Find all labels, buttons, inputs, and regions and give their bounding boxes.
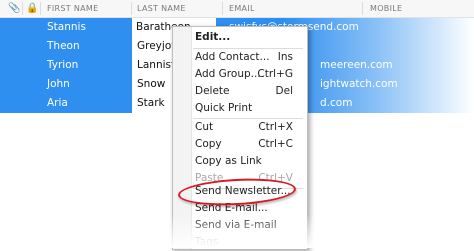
menu-item-add-group[interactable]: Add Group... Ctrl+G xyxy=(173,66,307,83)
cell-email: ightwatch.com xyxy=(320,78,398,90)
menu-item-quick-print[interactable]: Quick Print xyxy=(173,100,307,117)
menu-item-cut[interactable]: Cut Ctrl+X xyxy=(173,119,307,136)
column-header-first-name[interactable]: FIRST NAME xyxy=(47,0,98,17)
cell-email: meereen.com xyxy=(320,59,393,71)
cell-first-name: John xyxy=(47,78,70,90)
menu-item-label: Copy as Link xyxy=(195,155,262,167)
menu-item-shortcut: Ctrl+G xyxy=(257,68,293,80)
column-divider xyxy=(362,2,363,15)
menu-item-label: Add Contact... xyxy=(195,51,270,63)
menu-item-label: Quick Print xyxy=(195,102,253,114)
menu-item-shortcut: Ins xyxy=(277,51,293,63)
menu-item-label: Add Group... xyxy=(195,68,261,80)
menu-item-delete[interactable]: Delete Del xyxy=(173,83,307,100)
cell-email: d.com xyxy=(320,97,353,109)
column-divider xyxy=(222,2,223,15)
menu-item-label: Send via E-mail xyxy=(195,219,277,231)
cell-last-name: Stark xyxy=(137,97,165,109)
column-divider xyxy=(131,2,132,15)
menu-item-shortcut: Del xyxy=(275,85,293,97)
menu-item-label: Delete xyxy=(195,85,230,97)
menu-item-send-via-email[interactable]: Send via E-mail xyxy=(173,217,307,234)
column-divider xyxy=(22,2,23,15)
column-header-email[interactable]: EMAIL xyxy=(229,0,255,17)
lock-icon[interactable]: 🔒 xyxy=(26,0,38,17)
cell-last-name: Snow xyxy=(137,78,166,90)
column-header-mobile[interactable]: MOBILE xyxy=(370,0,402,17)
menu-item-label: Edit... xyxy=(195,31,231,43)
menu-item-label: Tags xyxy=(195,236,219,248)
menu-item-copy[interactable]: Copy Ctrl+C xyxy=(173,136,307,153)
cell-first-name: Tyrion xyxy=(47,59,79,71)
context-menu: Edit... Add Contact... Ins Add Group... … xyxy=(172,26,308,250)
menu-item-shortcut: Ctrl+X xyxy=(258,121,293,133)
menu-item-shortcut: Ctrl+C xyxy=(258,138,293,150)
column-divider xyxy=(40,2,41,15)
column-header-bar: 📎 🔒 FIRST NAME LAST NAME EMAIL MOBILE xyxy=(0,0,474,18)
menu-item-tags[interactable]: Tags xyxy=(173,234,307,251)
cell-first-name: Stannis xyxy=(47,21,86,33)
menu-item-label: Cut xyxy=(195,121,214,133)
menu-item-add-contact[interactable]: Add Contact... Ins xyxy=(173,49,307,66)
column-header-last-name[interactable]: LAST NAME xyxy=(137,0,186,17)
menu-item-label: Copy xyxy=(195,138,222,150)
cell-first-name: Aria xyxy=(47,97,68,109)
paperclip-icon[interactable]: 📎 xyxy=(8,0,20,17)
menu-item-edit[interactable]: Edit... xyxy=(173,29,307,46)
menu-item-copy-as-link[interactable]: Copy as Link xyxy=(173,153,307,170)
cell-first-name: Theon xyxy=(47,40,80,52)
